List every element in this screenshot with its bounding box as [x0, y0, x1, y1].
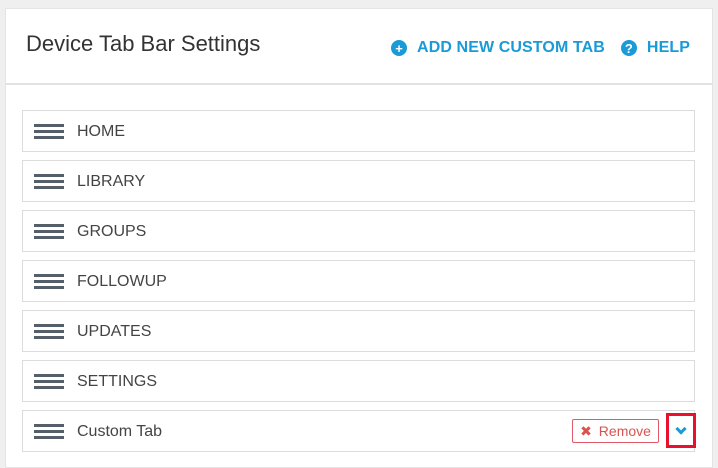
- chevron-down-icon: [675, 422, 687, 435]
- drag-handle-icon[interactable]: [34, 174, 64, 189]
- remove-label: Remove: [598, 423, 651, 439]
- tab-row-library[interactable]: LIBRARY: [22, 160, 695, 202]
- page-title: Device Tab Bar Settings: [26, 31, 261, 56]
- help-label: HELP: [646, 39, 690, 56]
- tab-label: HOME: [77, 123, 125, 140]
- header-actions: + ADD NEW CUSTOM TAB ? HELP: [391, 39, 690, 57]
- tab-label: UPDATES: [77, 323, 152, 340]
- tab-row-custom-tab[interactable]: Custom Tab ✖ Remove: [22, 410, 696, 452]
- tab-label: FOLLOWUP: [77, 273, 167, 290]
- expand-button[interactable]: [666, 413, 696, 448]
- remove-button[interactable]: ✖ Remove: [572, 419, 659, 443]
- tab-row-groups[interactable]: GROUPS: [22, 210, 695, 252]
- drag-handle-icon[interactable]: [34, 424, 64, 439]
- tab-label: Custom Tab: [77, 423, 163, 440]
- drag-handle-icon[interactable]: [34, 124, 64, 139]
- tab-row-home[interactable]: HOME: [22, 110, 695, 152]
- tab-row-followup[interactable]: FOLLOWUP: [22, 260, 695, 302]
- add-new-custom-tab-label: ADD NEW CUSTOM TAB: [417, 39, 605, 56]
- tab-row-settings[interactable]: SETTINGS: [22, 360, 695, 402]
- x-icon: ✖: [580, 422, 592, 439]
- plus-circle-icon: +: [391, 40, 408, 56]
- panel-header: Device Tab Bar Settings + ADD NEW CUSTOM…: [6, 9, 712, 85]
- tab-label: SETTINGS: [77, 373, 158, 390]
- add-new-custom-tab-button[interactable]: + ADD NEW CUSTOM TAB: [391, 39, 605, 57]
- tab-label: LIBRARY: [77, 173, 146, 190]
- tab-label: GROUPS: [77, 223, 147, 240]
- question-circle-icon: ?: [620, 40, 637, 56]
- drag-handle-icon[interactable]: [34, 224, 64, 239]
- tab-bar-settings-panel: Device Tab Bar Settings + ADD NEW CUSTOM…: [5, 8, 713, 468]
- drag-handle-icon[interactable]: [34, 324, 64, 339]
- tab-list: HOME LIBRARY GROUPS FOLLOWUP UPDATES SET…: [22, 110, 696, 460]
- tab-row-updates[interactable]: UPDATES: [22, 310, 695, 352]
- drag-handle-icon[interactable]: [34, 274, 64, 289]
- drag-handle-icon[interactable]: [34, 374, 64, 389]
- help-button[interactable]: ? HELP: [620, 39, 690, 57]
